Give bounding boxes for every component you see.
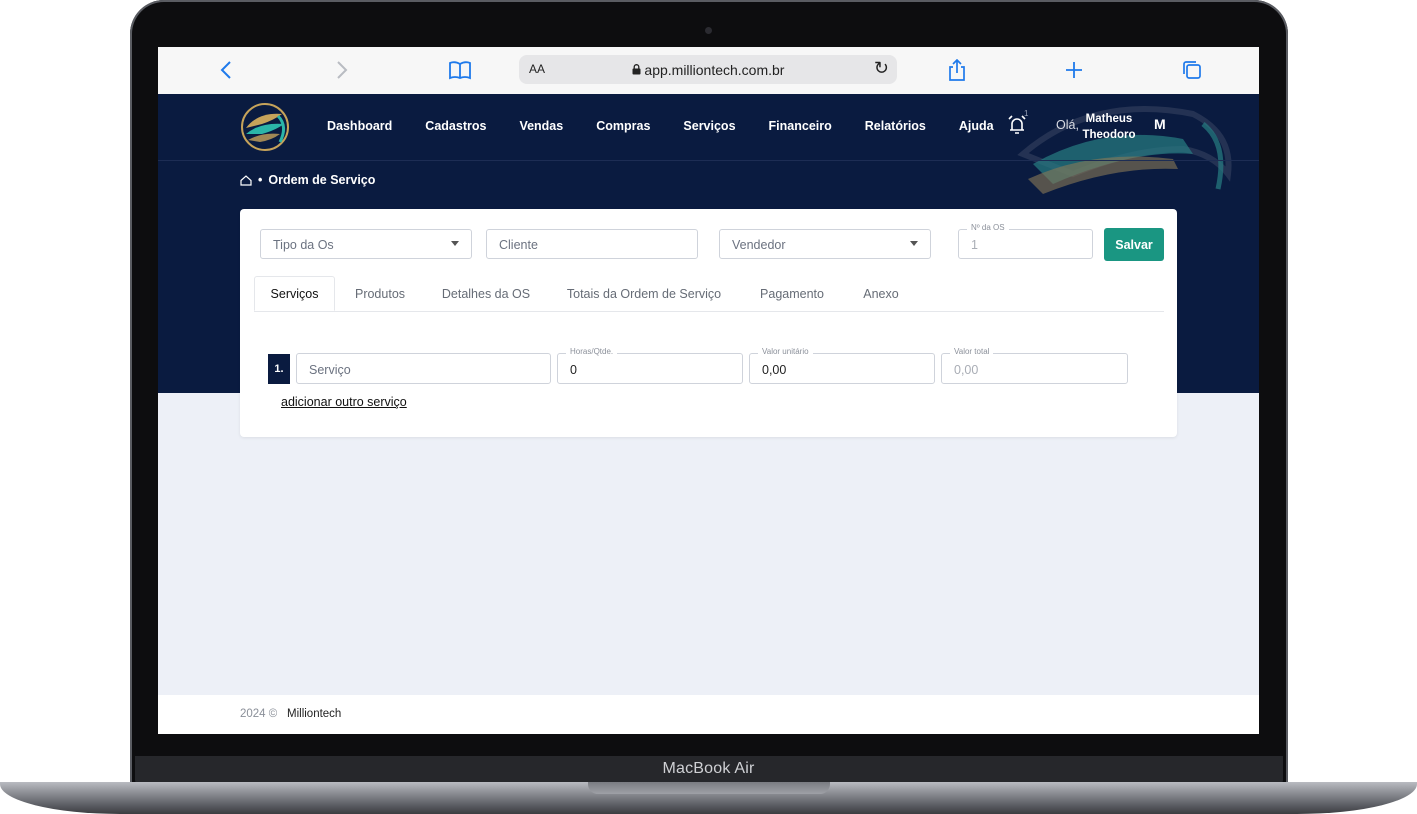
service-order-card: Tipo da Os Cliente Vendedor Nº da OS 1 S… [240, 209, 1177, 437]
horas-label: Horas/Qtde. [566, 347, 618, 356]
laptop-notch [588, 782, 830, 794]
tipo-os-placeholder: Tipo da Os [273, 238, 334, 252]
share-icon[interactable] [943, 57, 971, 83]
numero-os-value: 1 [971, 238, 978, 252]
chevron-down-icon [910, 241, 918, 246]
service-row-number: 1. [268, 354, 290, 384]
screen: AA app.milliontech.com.br ↻ Dashboard Ca… [158, 47, 1259, 734]
tab-anexo[interactable]: Anexo [858, 276, 904, 311]
horas-value: 0 [570, 363, 577, 377]
tab-detalhes[interactable]: Detalhes da OS [438, 276, 534, 311]
numero-os-input[interactable]: Nº da OS 1 [958, 223, 1093, 259]
tab-totais[interactable]: Totais da Ordem de Serviço [562, 276, 726, 311]
bookmarks-icon[interactable] [446, 57, 474, 83]
nav-compras[interactable]: Compras [596, 119, 650, 133]
nav-cadastros[interactable]: Cadastros [425, 119, 486, 133]
tabs-icon[interactable] [1178, 57, 1206, 83]
reload-icon[interactable]: ↻ [874, 58, 889, 79]
valor-unitario-label: Valor unitário [758, 347, 813, 356]
valor-total-value: 0,00 [954, 363, 979, 377]
camera [705, 27, 712, 34]
user-name[interactable]: Matheus Theodoro [1079, 111, 1139, 143]
tab-servicos[interactable]: Serviços [254, 276, 335, 311]
tab-produtos[interactable]: Produtos [350, 276, 410, 311]
url-wrap: app.milliontech.com.br [519, 62, 897, 78]
tab-bar: Serviços Produtos Detalhes da OS Totais … [254, 276, 1164, 312]
nav-financeiro[interactable]: Financeiro [769, 119, 832, 133]
breadcrumb-current: Ordem de Serviço [268, 173, 376, 187]
address-bar[interactable]: AA app.milliontech.com.br ↻ [519, 55, 897, 84]
tab-pagamento[interactable]: Pagamento [754, 276, 830, 311]
home-icon[interactable] [240, 174, 252, 186]
valor-total-input: Valor total 0,00 [941, 347, 1128, 384]
footer: 2024 © Milliontech [158, 695, 1259, 734]
url-text: app.milliontech.com.br [644, 62, 785, 78]
avatar[interactable]: M [1154, 116, 1166, 132]
forward-icon[interactable] [328, 57, 356, 83]
nav-dashboard[interactable]: Dashboard [327, 119, 392, 133]
vendedor-placeholder: Vendedor [732, 238, 786, 252]
back-icon[interactable] [212, 57, 240, 83]
lock-icon [632, 62, 645, 78]
servico-input[interactable]: Serviço [296, 353, 551, 384]
header-divider [158, 160, 1259, 161]
footer-company: Milliontech [287, 708, 342, 720]
nav-ajuda[interactable]: Ajuda [959, 119, 994, 133]
main-nav: Dashboard Cadastros Vendas Compras Servi… [327, 119, 1027, 133]
milliontech-logo-icon [241, 103, 289, 151]
cliente-placeholder: Cliente [499, 238, 538, 252]
valor-unitario-input[interactable]: Valor unitário 0,00 [749, 347, 935, 384]
chevron-down-icon [451, 241, 459, 246]
numero-os-label: Nº da OS [967, 223, 1009, 232]
servico-placeholder: Serviço [309, 363, 351, 377]
nav-servicos[interactable]: Serviços [683, 119, 735, 133]
nav-relatorios[interactable]: Relatórios [865, 119, 926, 133]
cliente-input[interactable]: Cliente [486, 229, 698, 259]
model-label: MacBook Air [662, 760, 755, 777]
new-tab-icon[interactable] [1060, 57, 1088, 83]
greeting: Olá, [1056, 118, 1079, 132]
notification-count: 1 [1024, 109, 1029, 118]
save-button[interactable]: Salvar [1104, 228, 1164, 261]
tipo-os-select[interactable]: Tipo da Os [260, 229, 472, 259]
vendedor-select[interactable]: Vendedor [719, 229, 931, 259]
add-service-link[interactable]: adicionar outro serviço [281, 395, 407, 409]
breadcrumb: • Ordem de Serviço [240, 173, 375, 187]
valor-unitario-value: 0,00 [762, 363, 787, 377]
horas-input[interactable]: Horas/Qtde. 0 [557, 347, 743, 384]
breadcrumb-separator: • [258, 173, 263, 187]
footer-year: 2024 © [240, 708, 278, 720]
browser-toolbar: AA app.milliontech.com.br ↻ [158, 47, 1259, 95]
valor-total-label: Valor total [950, 347, 994, 356]
nav-vendas[interactable]: Vendas [519, 119, 563, 133]
